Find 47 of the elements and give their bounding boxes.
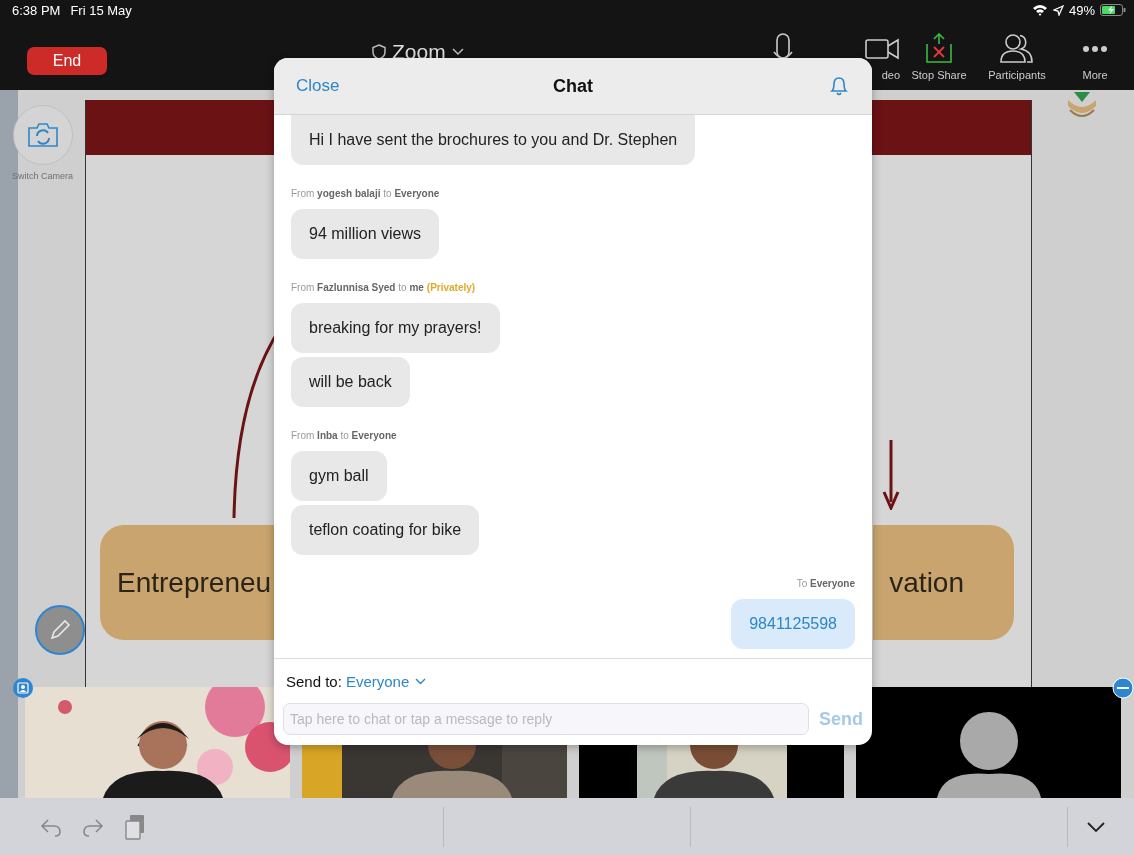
wifi-icon xyxy=(1031,4,1048,16)
chat-message[interactable]: teflon coating for bike xyxy=(291,505,480,555)
chevron-down-icon xyxy=(1086,820,1106,833)
slide-label-box: Entrepreneu xyxy=(100,525,275,640)
sender-line: From Fazlunnisa Syed to me xyxy=(291,281,424,295)
status-time: 6:38 PM xyxy=(12,2,61,18)
video-button[interactable]: deo xyxy=(822,20,900,86)
chat-title: Chat xyxy=(553,75,593,96)
slide-label-box: vation xyxy=(873,525,1014,640)
stop-share-button[interactable]: Stop Share xyxy=(900,20,978,86)
notifications-button[interactable] xyxy=(828,75,850,97)
bell-icon xyxy=(828,75,850,97)
pencil-icon xyxy=(48,618,72,642)
send-to-label: Send to: xyxy=(286,672,342,690)
battery-level: 49% xyxy=(1068,2,1095,18)
clipboard-icon xyxy=(124,812,146,841)
chevron-down-icon xyxy=(451,48,464,56)
chat-message[interactable]: 94 million views xyxy=(291,209,440,259)
undo-icon xyxy=(40,816,62,837)
minus-badge-icon[interactable] xyxy=(1112,677,1134,699)
down-arrow xyxy=(881,440,901,510)
more-button[interactable]: More xyxy=(1056,20,1134,86)
status-date: Fri 15 May xyxy=(70,2,132,18)
sender-line: From yogesh balaji to Everyone xyxy=(291,187,440,201)
chat-message[interactable]: gym ball xyxy=(291,451,387,501)
camera-switch-icon xyxy=(26,122,59,148)
private-note: (Privately) xyxy=(426,281,476,295)
person-badge-icon[interactable] xyxy=(12,677,34,699)
annotate-button[interactable] xyxy=(35,605,85,655)
chat-message[interactable]: breaking for my prayers! xyxy=(291,303,500,353)
battery-icon xyxy=(1100,4,1126,16)
message-field[interactable]: Tap here to chat or tap a message to reply xyxy=(283,703,809,735)
chat-message[interactable]: Hi I have sent the brochures to you and Dr. Stephen xyxy=(291,115,696,165)
sender-line: From Inba to Everyone xyxy=(291,429,397,443)
stop-share-icon xyxy=(924,32,954,66)
people-icon xyxy=(999,32,1035,66)
sender-line: To Everyone xyxy=(796,577,855,591)
more-icon xyxy=(1083,46,1107,52)
chevron-down-icon xyxy=(415,677,427,685)
switch-camera-label: Switch Camera xyxy=(12,171,74,181)
shield-icon xyxy=(372,44,386,60)
chat-message[interactable]: will be back xyxy=(291,357,410,407)
redo-icon xyxy=(82,816,104,837)
end-button[interactable]: End xyxy=(27,47,107,75)
location-icon xyxy=(1052,4,1064,16)
participants-button[interactable]: Participants xyxy=(978,20,1056,86)
recipient-dropdown[interactable]: Everyone xyxy=(345,672,427,690)
